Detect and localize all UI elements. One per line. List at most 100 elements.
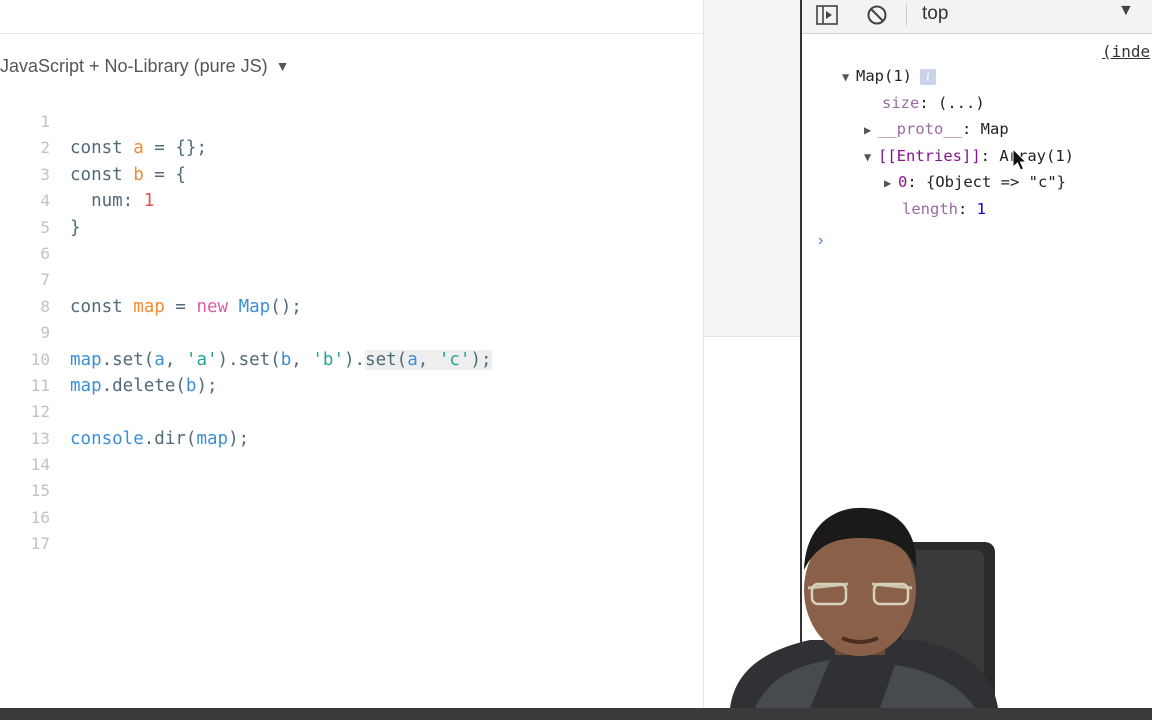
code-token: .set( bbox=[101, 349, 155, 370]
code-token: ); bbox=[470, 349, 492, 370]
code-line[interactable]: 6 bbox=[0, 241, 492, 267]
size-row: size: (...) bbox=[882, 94, 985, 112]
expanded-triangle-icon[interactable]: ▼ bbox=[864, 145, 878, 169]
code-token: map bbox=[133, 296, 165, 317]
code-line[interactable]: 8 const map = new Map(); bbox=[0, 294, 492, 320]
code-line[interactable]: 3 const b = { bbox=[0, 162, 492, 188]
language-selector[interactable]: JavaScript + No-Library (pure JS) ▼ bbox=[0, 54, 289, 78]
line-code: const b = { bbox=[70, 162, 186, 188]
code-line[interactable]: 11 map.delete(b); bbox=[0, 373, 492, 399]
code-token: const bbox=[70, 296, 134, 317]
code-token: , bbox=[164, 349, 186, 370]
console-toolbar: top ▼ bbox=[802, 0, 1152, 34]
code-token: 'c' bbox=[438, 349, 471, 370]
line-number: 17 bbox=[30, 534, 50, 554]
code-line[interactable]: 2 const a = {}; bbox=[0, 135, 492, 161]
line-number: 11 bbox=[30, 375, 50, 395]
language-label: JavaScript + No-Library (pure JS) bbox=[0, 55, 268, 76]
entry-row[interactable]: ▶ 0: {Object => "c"} bbox=[884, 170, 1066, 194]
size-key: size bbox=[882, 94, 920, 112]
entries-row[interactable]: ▼ [[Entries]]: Array(1) bbox=[864, 144, 1074, 168]
source-link[interactable]: (inde bbox=[1102, 42, 1150, 61]
context-dropdown-icon[interactable]: ▼ bbox=[1118, 2, 1134, 20]
code-token: a bbox=[407, 349, 418, 370]
line-number: 5 bbox=[40, 217, 50, 237]
editor-top-bar bbox=[0, 0, 703, 34]
line-number: 12 bbox=[30, 402, 50, 422]
code-token: = { bbox=[143, 164, 186, 185]
code-token: a bbox=[133, 138, 144, 159]
line-code: num: 1 bbox=[70, 188, 154, 214]
code-line[interactable]: 15 bbox=[0, 478, 492, 504]
code-token: b bbox=[133, 164, 144, 185]
code-token: map bbox=[70, 375, 102, 396]
code-area[interactable]: 1 2 const a = {}; 3 const b = {4 num: 1 5} 6 7 8… bbox=[0, 109, 492, 558]
code-token: b bbox=[185, 375, 197, 396]
line-number: 4 bbox=[40, 191, 50, 211]
proto-value: Map bbox=[980, 120, 1009, 138]
line-number: 3 bbox=[40, 164, 50, 184]
line-number: 1 bbox=[40, 112, 50, 131]
dropdown-caret-icon: ▼ bbox=[275, 58, 290, 74]
expanded-triangle-icon[interactable]: ▼ bbox=[842, 65, 856, 89]
code-line[interactable]: 5} bbox=[0, 215, 492, 241]
toggle-sidebar-icon[interactable] bbox=[814, 2, 840, 28]
code-line[interactable]: 4 num: 1 bbox=[0, 188, 492, 214]
code-line[interactable]: 13 console.dir(map); bbox=[0, 426, 492, 452]
size-value[interactable]: (...) bbox=[938, 94, 985, 112]
code-editor-pane: JavaScript + No-Library (pure JS) ▼ 1 2 co… bbox=[0, 0, 704, 708]
code-token: .delete( bbox=[101, 375, 186, 396]
code-token: ). bbox=[343, 349, 366, 370]
line-number: 7 bbox=[40, 270, 50, 290]
collapsed-triangle-icon[interactable]: ▶ bbox=[884, 171, 898, 195]
presenter-webcam bbox=[730, 500, 1000, 708]
code-token: 'a' bbox=[185, 349, 218, 370]
entries-key: [[Entries]] bbox=[878, 147, 981, 165]
mouse-cursor-icon bbox=[1012, 147, 1028, 177]
line-number: 13 bbox=[30, 428, 50, 448]
length-key: length bbox=[902, 200, 958, 218]
code-token: set( bbox=[365, 349, 408, 370]
line-code: const a = {}; bbox=[70, 135, 207, 161]
code-token: ); bbox=[228, 428, 250, 449]
length-row: length: 1 bbox=[902, 200, 987, 218]
length-value: 1 bbox=[976, 200, 987, 218]
code-token: ); bbox=[196, 375, 218, 396]
proto-row[interactable]: ▶ __proto__: Map bbox=[864, 117, 1009, 141]
line-number: 14 bbox=[30, 455, 50, 475]
context-selector[interactable]: top bbox=[922, 3, 948, 25]
console-prompt[interactable]: › bbox=[818, 232, 823, 250]
code-token: map bbox=[70, 349, 102, 370]
code-token: .dir( bbox=[143, 428, 197, 449]
line-number: 9 bbox=[40, 323, 50, 343]
line-number: 15 bbox=[30, 481, 50, 501]
code-token: Map bbox=[238, 296, 271, 317]
code-line[interactable]: 10 map.set(a, 'a').set(b, 'b').set(a, 'c'… bbox=[0, 347, 492, 373]
clear-console-icon[interactable] bbox=[864, 2, 890, 28]
code-line[interactable]: 16 bbox=[0, 505, 492, 531]
line-number: 16 bbox=[30, 507, 50, 527]
code-token: new bbox=[196, 296, 239, 317]
collapsed-triangle-icon[interactable]: ▶ bbox=[864, 118, 878, 142]
line-code: } bbox=[70, 215, 81, 241]
entry-value: {Object => "c"} bbox=[926, 173, 1066, 191]
code-token: = bbox=[164, 296, 197, 317]
code-token: } bbox=[70, 217, 81, 238]
code-token: , bbox=[291, 349, 313, 370]
line-code: map.set(a, 'a').set(b, 'b').set(a, 'c'); bbox=[70, 347, 492, 373]
line-number: 2 bbox=[40, 138, 50, 158]
code-token: (); bbox=[270, 296, 302, 317]
code-line[interactable]: 12 bbox=[0, 399, 492, 425]
code-line[interactable]: 9 bbox=[0, 320, 492, 346]
entry-index: 0 bbox=[898, 173, 908, 191]
code-line[interactable]: 1 bbox=[0, 109, 492, 135]
line-code: const map = new Map(); bbox=[70, 294, 302, 320]
code-token: 'b' bbox=[312, 349, 344, 370]
code-line[interactable]: 17 bbox=[0, 531, 492, 557]
code-line[interactable]: 7 bbox=[0, 267, 492, 293]
code-token: num: bbox=[70, 191, 144, 212]
code-line[interactable]: 14 bbox=[0, 452, 492, 478]
map-object-row[interactable]: ▼ Map(1) i bbox=[842, 64, 936, 88]
code-token: const bbox=[70, 164, 134, 185]
info-icon[interactable]: i bbox=[920, 69, 936, 85]
